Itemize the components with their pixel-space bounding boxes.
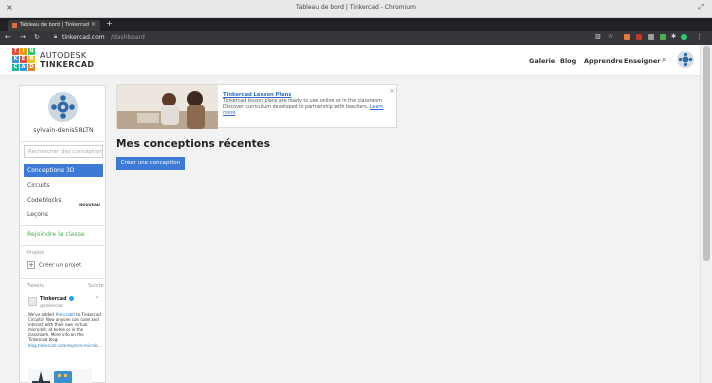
logo-letter: C — [12, 64, 19, 71]
twitter-bird-icon[interactable]: ✦ — [95, 295, 99, 301]
url-host: tinkercad.com — [62, 34, 105, 41]
sidebar-item-label: Conceptions 3D — [27, 167, 75, 174]
join-class-link[interactable]: Rejoindre la classe — [27, 231, 85, 238]
create-project-label: Créer un projet — [39, 262, 82, 269]
avatar-figure-icon — [678, 52, 693, 67]
extension-icon[interactable] — [660, 34, 666, 40]
reader-icon[interactable]: ▥ — [595, 33, 601, 40]
user-avatar[interactable] — [677, 51, 694, 68]
logo-letter: A — [20, 64, 27, 71]
follow-link[interactable]: Suivre — [88, 283, 104, 289]
page-scrollbar[interactable] — [700, 45, 712, 383]
sidebar: sylvain-denis58LTN Conceptions 3D Circui… — [19, 85, 107, 383]
sidebar-item-lessons[interactable]: Leçons — [24, 208, 103, 221]
tweets-heading: Tweets — [27, 283, 45, 289]
lesson-description: Tinkercad lesson plans are ready to use … — [223, 99, 388, 117]
divider — [20, 278, 107, 279]
new-tab-icon[interactable]: + — [106, 19, 113, 28]
logo-letter: E — [20, 56, 27, 63]
tab-close-icon[interactable]: × — [91, 21, 96, 28]
extension-icon[interactable] — [636, 34, 642, 40]
create-project-button[interactable]: + Créer un projet — [27, 261, 81, 269]
nav-apprendre[interactable]: Apprendre — [584, 57, 623, 65]
address-bar: ← → ↻ 🔒︎ tinkercad.com /dashboard ▥ ☆ ✱ … — [0, 31, 712, 45]
avatar-figure-icon — [51, 95, 75, 119]
nav-enseigner[interactable]: Enseigner — [624, 57, 660, 65]
window-titlebar: × Tableau de bord | Tinkercad - Chromium… — [0, 0, 712, 18]
sidebar-item-circuits[interactable]: Circuits — [24, 179, 103, 192]
tweet-text-part: to Tinkercad Circuits! Now anyone can co… — [28, 312, 101, 343]
sidebar-item-label: Circuits — [27, 182, 50, 189]
tweet-author[interactable]: Tinkercad — [40, 296, 74, 302]
classroom-photo-icon — [117, 85, 218, 129]
browser-tab[interactable]: Tableau de bord | Tinkercad × — [8, 20, 100, 31]
profile-avatar[interactable] — [48, 92, 78, 122]
divider — [20, 225, 107, 226]
tweet-image[interactable] — [28, 369, 92, 383]
tab-strip: Tableau de bord | Tinkercad × + — [0, 18, 712, 31]
tweet-text: We've added #microbit to Tinkercad Circu… — [28, 312, 104, 348]
create-design-button[interactable]: Créer une conception — [116, 157, 185, 170]
close-icon[interactable]: × — [389, 87, 395, 95]
tinkercad-logo-icon[interactable]: T I N K E R C A D — [12, 48, 36, 72]
search-icon[interactable]: ⌕ — [662, 55, 666, 65]
projects-heading: Projets — [27, 250, 44, 256]
lesson-description-text: Tinkercad lesson plans are ready to use … — [223, 99, 384, 110]
logo-letter: R — [28, 56, 35, 63]
sidebar-item-label: Leçons — [27, 211, 48, 218]
logo-letter: D — [28, 64, 35, 71]
logo-letter: N — [28, 48, 35, 55]
tweet-link[interactable]: blog.tinkercad.com/explore-microb... — [28, 343, 102, 348]
bookmark-star-icon[interactable]: ☆ — [608, 33, 613, 40]
extension-icon[interactable] — [624, 34, 630, 40]
divider — [20, 141, 107, 142]
sidebar-item-label: Codeblocks — [27, 197, 62, 204]
microbit-figure-icon — [32, 371, 72, 383]
logo-autodesk-text: AUTODESK — [40, 51, 87, 60]
divider — [20, 245, 107, 246]
puzzle-icon[interactable]: ✱ — [671, 33, 676, 40]
tweet-handle: @tinkercad — [40, 303, 63, 308]
reload-icon[interactable]: ↻ — [34, 33, 40, 41]
window-title: Tableau de bord | Tinkercad - Chromium — [296, 4, 416, 11]
nav-galerie[interactable]: Galerie — [529, 57, 555, 65]
window-maximize-icon[interactable]: ⤢ — [698, 3, 704, 12]
profile-icon[interactable] — [681, 34, 687, 40]
tweet-avatar[interactable] — [28, 297, 37, 306]
extension-icon[interactable] — [648, 34, 654, 40]
sidebar-item-3d-designs[interactable]: Conceptions 3D — [24, 164, 103, 177]
lesson-title-link[interactable]: Tinkercad Lesson Plans — [223, 92, 291, 98]
sidebar-item-codeblocks[interactable]: Codeblocks NOUVEAU — [24, 194, 103, 207]
lesson-plans-card: Tinkercad Lesson Plans Tinkercad lesson … — [116, 84, 397, 129]
logo-letter: I — [20, 48, 27, 55]
url-path: /dashboard — [111, 34, 145, 41]
url-field[interactable]: 🔒︎ tinkercad.com /dashboard — [52, 33, 562, 43]
lock-icon: 🔒︎ — [54, 33, 58, 40]
username: sylvain-denis58LTN — [33, 127, 94, 134]
verified-icon — [68, 296, 74, 301]
site-header: T I N K E R C A D AUTODESK TINKERCAD Gal… — [0, 45, 700, 76]
forward-icon[interactable]: → — [20, 33, 26, 41]
plus-icon: + — [27, 261, 35, 269]
search-designs-input[interactable] — [24, 145, 103, 158]
page-title: Mes conceptions récentes — [116, 138, 270, 150]
back-icon[interactable]: ← — [5, 33, 11, 41]
tab-title: Tableau de bord | Tinkercad — [20, 22, 90, 28]
nav-blog[interactable]: Blog — [560, 57, 576, 65]
logo-letter: K — [12, 56, 19, 63]
logo-tinkercad-text: TINKERCAD — [40, 60, 95, 69]
tinkercad-favicon-icon — [12, 23, 17, 28]
menu-icon[interactable]: ⋮ — [696, 33, 703, 41]
tweet-author-name: Tinkercad — [40, 297, 67, 302]
scrollbar-thumb[interactable] — [703, 46, 710, 261]
logo-letter: T — [12, 48, 19, 55]
lesson-photo[interactable] — [117, 85, 218, 129]
